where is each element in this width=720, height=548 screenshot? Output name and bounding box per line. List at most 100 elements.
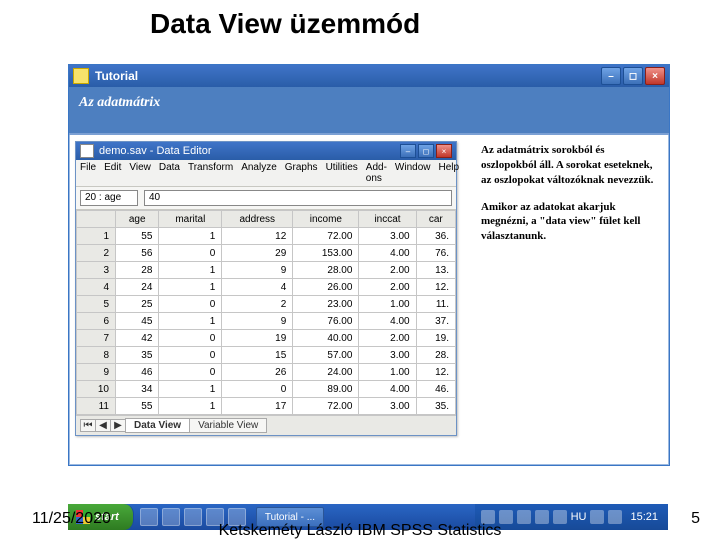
data-cell[interactable]: 13. bbox=[416, 262, 455, 279]
editor-close-button[interactable]: × bbox=[436, 144, 452, 158]
data-cell[interactable]: 1 bbox=[159, 313, 222, 330]
tray-language[interactable]: HU bbox=[571, 511, 587, 523]
table-row[interactable]: 115511772.003.0035. bbox=[77, 398, 456, 415]
tab-nav-prev[interactable]: ◀ bbox=[95, 419, 111, 432]
data-cell[interactable]: 46. bbox=[416, 381, 455, 398]
row-header[interactable]: 8 bbox=[77, 347, 116, 364]
row-header[interactable]: 3 bbox=[77, 262, 116, 279]
data-cell[interactable]: 57.00 bbox=[293, 347, 359, 364]
data-cell[interactable]: 28.00 bbox=[293, 262, 359, 279]
data-cell[interactable]: 40.00 bbox=[293, 330, 359, 347]
data-cell[interactable]: 45 bbox=[116, 313, 159, 330]
tab-data-view[interactable]: Data View bbox=[125, 418, 190, 433]
data-cell[interactable]: 1 bbox=[159, 381, 222, 398]
data-cell[interactable]: 2.00 bbox=[359, 279, 416, 296]
table-row[interactable]: 6451976.004.0037. bbox=[77, 313, 456, 330]
data-cell[interactable]: 11. bbox=[416, 296, 455, 313]
data-cell[interactable]: 0 bbox=[159, 330, 222, 347]
data-cell[interactable]: 0 bbox=[159, 364, 222, 381]
menu-file[interactable]: File bbox=[80, 162, 96, 184]
menu-edit[interactable]: Edit bbox=[104, 162, 121, 184]
data-cell[interactable]: 26 bbox=[222, 364, 293, 381]
data-cell[interactable]: 23.00 bbox=[293, 296, 359, 313]
data-cell[interactable]: 89.00 bbox=[293, 381, 359, 398]
table-row[interactable]: 94602624.001.0012. bbox=[77, 364, 456, 381]
ql-desktop-icon[interactable] bbox=[206, 508, 224, 526]
col-age[interactable]: age bbox=[116, 211, 159, 228]
data-cell[interactable]: 0 bbox=[159, 296, 222, 313]
data-cell[interactable]: 29 bbox=[222, 245, 293, 262]
editor-minimize-button[interactable]: – bbox=[400, 144, 416, 158]
tutorial-close-button[interactable]: × bbox=[645, 67, 665, 85]
data-cell[interactable]: 12. bbox=[416, 364, 455, 381]
data-cell[interactable]: 34 bbox=[116, 381, 159, 398]
data-cell[interactable]: 24 bbox=[116, 279, 159, 296]
data-cell[interactable]: 46 bbox=[116, 364, 159, 381]
data-cell[interactable]: 28 bbox=[116, 262, 159, 279]
tray-icon[interactable] bbox=[590, 510, 604, 524]
data-cell[interactable]: 72.00 bbox=[293, 398, 359, 415]
data-cell[interactable]: 55 bbox=[116, 228, 159, 245]
data-cell[interactable]: 2.00 bbox=[359, 262, 416, 279]
taskbar-item-tutorial[interactable]: Tutorial - ... bbox=[256, 507, 324, 527]
menu-graphs[interactable]: Graphs bbox=[285, 162, 318, 184]
data-cell[interactable]: 35. bbox=[416, 398, 455, 415]
tutorial-minimize-button[interactable]: – bbox=[601, 67, 621, 85]
tray-icon[interactable] bbox=[553, 510, 567, 524]
data-cell[interactable]: 3.00 bbox=[359, 347, 416, 364]
row-header[interactable]: 9 bbox=[77, 364, 116, 381]
table-row[interactable]: 4241426.002.0012. bbox=[77, 279, 456, 296]
row-header[interactable]: 6 bbox=[77, 313, 116, 330]
col-address[interactable]: address bbox=[222, 211, 293, 228]
row-header[interactable]: 4 bbox=[77, 279, 116, 296]
data-cell[interactable]: 4.00 bbox=[359, 245, 416, 262]
data-cell[interactable]: 36. bbox=[416, 228, 455, 245]
tab-nav-next[interactable]: ▶ bbox=[110, 419, 126, 432]
data-cell[interactable]: 12 bbox=[222, 228, 293, 245]
ql-media-icon[interactable] bbox=[184, 508, 202, 526]
col-income[interactable]: income bbox=[293, 211, 359, 228]
menu-utilities[interactable]: Utilities bbox=[326, 162, 358, 184]
data-cell[interactable]: 153.00 bbox=[293, 245, 359, 262]
data-cell[interactable]: 1 bbox=[159, 262, 222, 279]
tab-nav-first[interactable]: ⏮ bbox=[80, 419, 96, 432]
tray-icon[interactable] bbox=[481, 510, 495, 524]
row-header[interactable]: 11 bbox=[77, 398, 116, 415]
menu-view[interactable]: View bbox=[129, 162, 151, 184]
tray-icon[interactable] bbox=[499, 510, 513, 524]
data-cell[interactable]: 72.00 bbox=[293, 228, 359, 245]
ql-mail-icon[interactable] bbox=[162, 508, 180, 526]
data-cell[interactable]: 1 bbox=[159, 228, 222, 245]
menu-transform[interactable]: Transform bbox=[188, 162, 233, 184]
ql-ie-icon[interactable] bbox=[140, 508, 158, 526]
data-cell[interactable]: 24.00 bbox=[293, 364, 359, 381]
data-cell[interactable]: 55 bbox=[116, 398, 159, 415]
data-cell[interactable]: 37. bbox=[416, 313, 455, 330]
data-cell[interactable]: 17 bbox=[222, 398, 293, 415]
col-car[interactable]: car bbox=[416, 211, 455, 228]
data-cell[interactable]: 26.00 bbox=[293, 279, 359, 296]
data-cell[interactable]: 19. bbox=[416, 330, 455, 347]
table-row[interactable]: 74201940.002.0019. bbox=[77, 330, 456, 347]
data-cell[interactable]: 0 bbox=[159, 347, 222, 364]
data-cell[interactable]: 9 bbox=[222, 262, 293, 279]
col-inccat[interactable]: inccat bbox=[359, 211, 416, 228]
data-cell[interactable]: 56 bbox=[116, 245, 159, 262]
data-cell[interactable]: 15 bbox=[222, 347, 293, 364]
data-cell[interactable]: 3.00 bbox=[359, 228, 416, 245]
table-row[interactable]: 3281928.002.0013. bbox=[77, 262, 456, 279]
data-cell[interactable]: 3.00 bbox=[359, 398, 416, 415]
row-header[interactable]: 5 bbox=[77, 296, 116, 313]
cell-reference-box[interactable]: 20 : age bbox=[80, 190, 138, 206]
data-cell[interactable]: 1 bbox=[159, 398, 222, 415]
table-row[interactable]: 15511272.003.0036. bbox=[77, 228, 456, 245]
tab-variable-view[interactable]: Variable View bbox=[189, 418, 267, 433]
menu-data[interactable]: Data bbox=[159, 162, 180, 184]
data-cell[interactable]: 42 bbox=[116, 330, 159, 347]
ql-more-icon[interactable] bbox=[228, 508, 246, 526]
menu-help[interactable]: Help bbox=[439, 162, 460, 184]
table-row[interactable]: 5250223.001.0011. bbox=[77, 296, 456, 313]
menu-analyze[interactable]: Analyze bbox=[241, 162, 277, 184]
data-cell[interactable]: 76. bbox=[416, 245, 455, 262]
data-cell[interactable]: 1 bbox=[159, 279, 222, 296]
